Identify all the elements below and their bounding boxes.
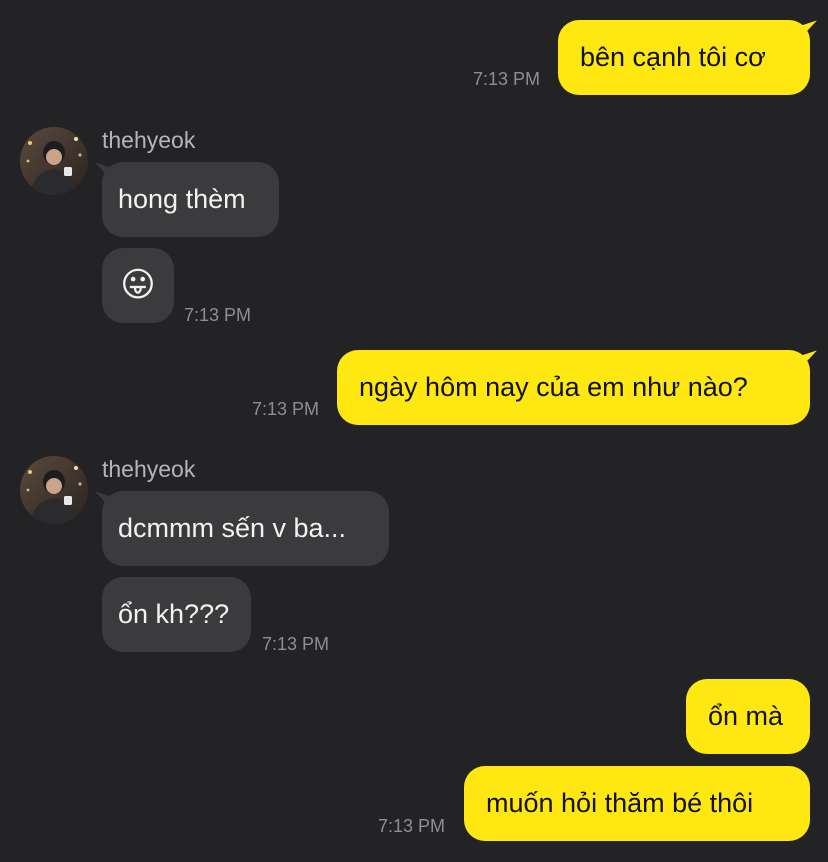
message-timestamp: 7:13 PM bbox=[252, 399, 320, 419]
message-text: muốn hỏi thăm bé thôi bbox=[486, 788, 754, 818]
message-timestamp: 7:13 PM bbox=[378, 816, 446, 836]
incoming-message-bubble[interactable]: 😛 bbox=[102, 248, 174, 323]
message-text: ổn mà bbox=[708, 701, 784, 731]
outgoing-message-bubble[interactable]: muốn hỏi thăm bé thôi bbox=[464, 766, 810, 841]
avatar[interactable] bbox=[20, 456, 88, 524]
incoming-message-bubble[interactable]: dcmmm sến v ba... bbox=[102, 491, 389, 566]
incoming-message-bubble[interactable]: hong thèm bbox=[102, 162, 279, 237]
message-text: bên cạnh tôi cơ bbox=[580, 42, 766, 72]
message-timestamp: 7:13 PM bbox=[262, 634, 330, 654]
sender-name: thehyeok bbox=[102, 456, 196, 482]
outgoing-message-bubble[interactable]: bên cạnh tôi cơ bbox=[558, 20, 810, 95]
message-text: dcmmm sến v ba... bbox=[118, 513, 347, 543]
message-timestamp: 7:13 PM bbox=[473, 69, 541, 89]
message-text: hong thèm bbox=[118, 184, 246, 214]
sender-name: thehyeok bbox=[102, 127, 196, 153]
outgoing-message-bubble[interactable]: ổn mà bbox=[686, 679, 810, 754]
emoji-tongue-icon: 😛 bbox=[120, 265, 156, 305]
outgoing-message-bubble[interactable]: ngày hôm nay của em như nào? bbox=[337, 350, 810, 425]
incoming-message-bubble[interactable]: ổn kh??? bbox=[102, 577, 251, 652]
avatar[interactable] bbox=[20, 127, 88, 195]
message-text: ổn kh??? bbox=[118, 599, 230, 629]
avatar-photo-icon bbox=[20, 127, 88, 195]
avatar-photo-icon bbox=[20, 456, 88, 524]
message-text: ngày hôm nay của em như nào? bbox=[359, 372, 748, 402]
message-timestamp: 7:13 PM bbox=[184, 305, 252, 325]
